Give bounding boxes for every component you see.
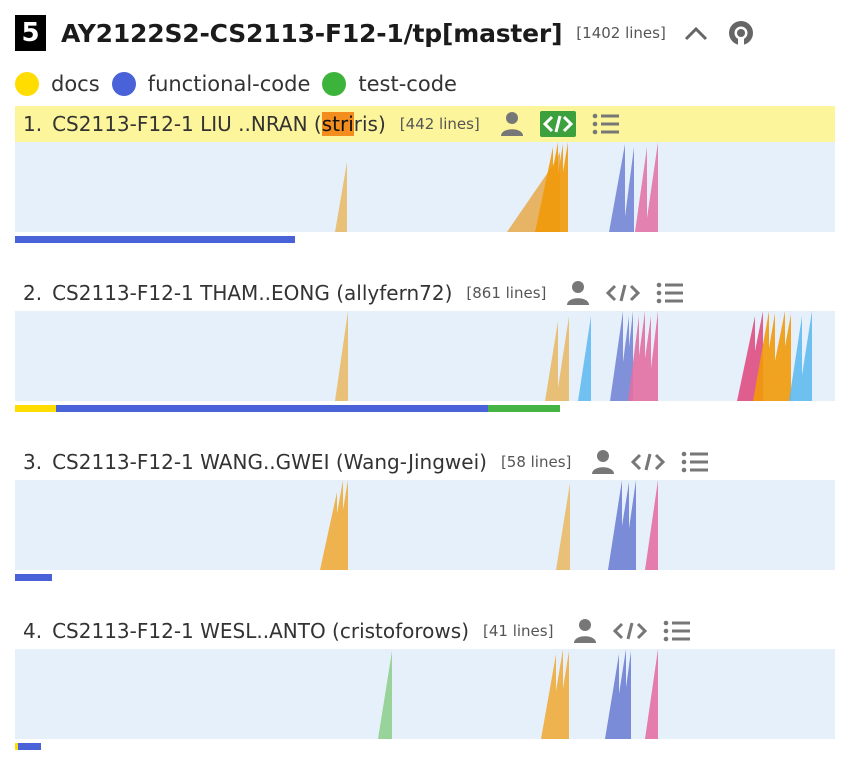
list-icon[interactable] (663, 619, 691, 643)
ramp-slice (645, 480, 658, 570)
ramp-slice (578, 316, 591, 401)
legend-swatch-docs (15, 72, 39, 96)
code-breakdown-bar (15, 405, 835, 412)
contribution-ramp[interactable] (15, 142, 835, 232)
repo-index-badge: 5 (15, 15, 46, 51)
breakdown-functional-code (18, 743, 41, 750)
repo-name[interactable]: AY2122S2-CS2113-F12-1/tp[master] (61, 19, 562, 48)
repo-header: 5 AY2122S2-CS2113-F12-1/tp[master] [1402… (15, 14, 754, 52)
ramp-slice (610, 311, 633, 401)
author-line-count: [442 lines] (399, 115, 480, 133)
breakdown-functional-code (56, 405, 488, 412)
code-icon[interactable] (631, 452, 666, 472)
author-name: CS2113-F12-1 WANG..GWEI (Wang-Jingwei) (52, 450, 487, 474)
author-line-count: [861 lines] (466, 284, 547, 302)
author-rank: 2. (23, 281, 43, 305)
person-icon[interactable] (500, 111, 524, 137)
code-breakdown-bar (15, 236, 835, 243)
ramp-slice (320, 480, 348, 570)
ramp-slice (789, 311, 812, 401)
ramp-slice (609, 144, 634, 232)
ramp-slice (541, 649, 569, 739)
code-icon[interactable] (613, 621, 648, 641)
legend-swatch-test-code (322, 72, 347, 96)
code-icon[interactable] (606, 283, 641, 303)
contribution-ramp[interactable] (15, 311, 835, 401)
ramp-slice (556, 483, 570, 570)
legend-label: test-code (358, 72, 457, 96)
chevron-up-icon[interactable] (684, 25, 708, 41)
legend-label: docs (51, 72, 100, 96)
author-title-bar: 4. CS2113-F12-1 WESL..ANTO (cristoforows… (15, 613, 835, 649)
search-match: stri (321, 112, 354, 136)
author-rank: 4. (23, 619, 43, 643)
ramp-slice (608, 480, 636, 570)
author-name-suffix: ris) (353, 112, 386, 136)
ramp-slice (645, 649, 658, 739)
list-icon[interactable] (592, 112, 620, 136)
author-entry: 1. CS2113-F12-1 LIU ..NRAN (striris) [44… (15, 106, 835, 243)
author-title-bar: 3. CS2113-F12-1 WANG..GWEI (Wang-Jingwei… (15, 444, 835, 480)
contribution-ramp[interactable] (15, 480, 835, 570)
repo-line-count: [1402 lines] (576, 24, 666, 42)
legend-swatch-functional-code (111, 72, 136, 96)
author-rank: 1. (23, 112, 43, 136)
github-icon[interactable] (728, 20, 754, 46)
author-title-bar: 1. CS2113-F12-1 LIU ..NRAN (striris) [44… (15, 106, 835, 142)
list-icon[interactable] (656, 281, 684, 305)
ramp-slice (635, 142, 658, 232)
legend-label: functional-code (147, 72, 311, 96)
code-icon[interactable] (539, 111, 576, 137)
author-line-count: [41 lines] (483, 622, 554, 640)
ramp-slice (605, 649, 631, 739)
author-entry: 2. CS2113-F12-1 THAM..EONG (allyfern72) … (15, 275, 835, 412)
person-icon[interactable] (591, 449, 615, 475)
ramp-slice (378, 651, 392, 739)
code-breakdown-bar (15, 574, 835, 581)
contribution-ramp[interactable] (15, 649, 835, 739)
breakdown-docs (15, 405, 56, 412)
author-entry: 3. CS2113-F12-1 WANG..GWEI (Wang-Jingwei… (15, 444, 835, 581)
author-name-prefix: CS2113-F12-1 LIU ..NRAN ( (52, 112, 322, 136)
breakdown-test-code (488, 405, 560, 412)
author-name: CS2113-F12-1 THAM..EONG (allyfern72) (52, 281, 453, 305)
ramp-slice (335, 311, 569, 401)
ramp-slice (335, 162, 347, 232)
legend-item-docs: docs (15, 72, 100, 96)
author-name: CS2113-F12-1 LIU ..NRAN (striris) (52, 112, 386, 136)
author-title-bar: 2. CS2113-F12-1 THAM..EONG (allyfern72) … (15, 275, 835, 311)
breakdown-functional-code (15, 236, 295, 243)
author-entry: 4. CS2113-F12-1 WESL..ANTO (cristoforows… (15, 613, 835, 750)
legend: docs functional-code test-code (15, 72, 469, 96)
person-icon[interactable] (573, 618, 597, 644)
list-icon[interactable] (681, 450, 709, 474)
legend-item-test-code: test-code (322, 72, 457, 96)
author-name: CS2113-F12-1 WESL..ANTO (cristoforows) (52, 619, 469, 643)
author-rank: 3. (23, 450, 43, 474)
author-line-count: [58 lines] (500, 453, 572, 471)
legend-item-functional-code: functional-code (111, 72, 311, 96)
breakdown-functional-code (15, 574, 52, 581)
person-icon[interactable] (566, 280, 590, 306)
code-breakdown-bar (15, 743, 835, 750)
